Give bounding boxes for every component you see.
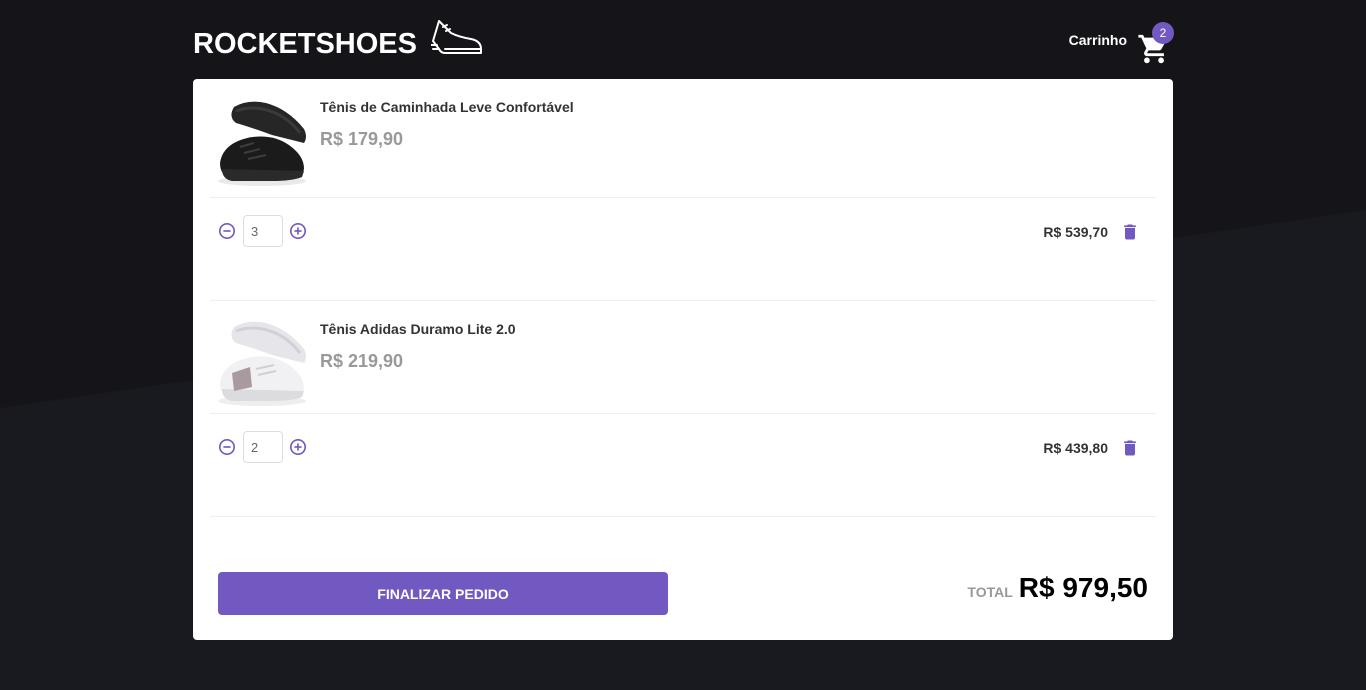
cart-item-info: Tênis de Caminhada Leve Confortável R$ 1… [210, 79, 1156, 198]
product-title: Tênis Adidas Duramo Lite 2.0 [320, 321, 516, 337]
item-subtotal: R$ 539,70 [1043, 224, 1108, 240]
cart-link[interactable]: Carrinho 2 [1068, 22, 1174, 64]
trash-icon[interactable] [1120, 438, 1140, 458]
cart-panel: Tênis de Caminhada Leve Confortável R$ 1… [193, 79, 1173, 640]
decrement-icon[interactable] [218, 438, 236, 456]
quantity-stepper [218, 215, 307, 247]
cart-item-controls: R$ 439,80 [210, 414, 1156, 517]
cart-icon-wrap: 2 [1137, 22, 1174, 64]
checkout-button[interactable]: FINALIZAR PEDIDO [218, 572, 668, 615]
trash-icon[interactable] [1120, 222, 1140, 242]
cart-count-badge: 2 [1152, 22, 1174, 44]
white-sneaker-image [218, 321, 306, 406]
cart-item: Tênis Adidas Duramo Lite 2.0 R$ 219,90 R… [210, 301, 1156, 517]
product-price: R$ 219,90 [320, 351, 404, 371]
cart-label: Carrinho [1068, 32, 1127, 48]
cart-item: Tênis de Caminhada Leve Confortável R$ 1… [210, 79, 1156, 301]
cart-total: TOTAL R$ 979,50 [967, 572, 1148, 604]
item-subtotal: R$ 439,80 [1043, 440, 1108, 456]
increment-icon[interactable] [289, 222, 307, 240]
cart-item-info: Tênis Adidas Duramo Lite 2.0 R$ 219,90 [210, 301, 1156, 414]
sneaker-icon [430, 19, 482, 54]
product-price: R$ 179,90 [320, 129, 404, 149]
quantity-input[interactable] [243, 431, 283, 463]
total-value: R$ 979,50 [1018, 572, 1148, 603]
logo[interactable]: ROCKETSHOES [193, 19, 483, 61]
cart-footer: FINALIZAR PEDIDO TOTAL R$ 979,50 [218, 572, 1148, 615]
total-label: TOTAL [967, 584, 1013, 600]
cart-item-controls: R$ 539,70 [210, 198, 1156, 301]
quantity-stepper [218, 431, 307, 463]
product-title: Tênis de Caminhada Leve Confortável [320, 99, 574, 115]
black-sneaker-image [218, 101, 306, 186]
decrement-icon[interactable] [218, 222, 236, 240]
logo-text: ROCKETSHOES [193, 28, 417, 60]
quantity-input[interactable] [243, 215, 283, 247]
header: ROCKETSHOES Carrinho 2 [193, 16, 1174, 76]
increment-icon[interactable] [289, 438, 307, 456]
